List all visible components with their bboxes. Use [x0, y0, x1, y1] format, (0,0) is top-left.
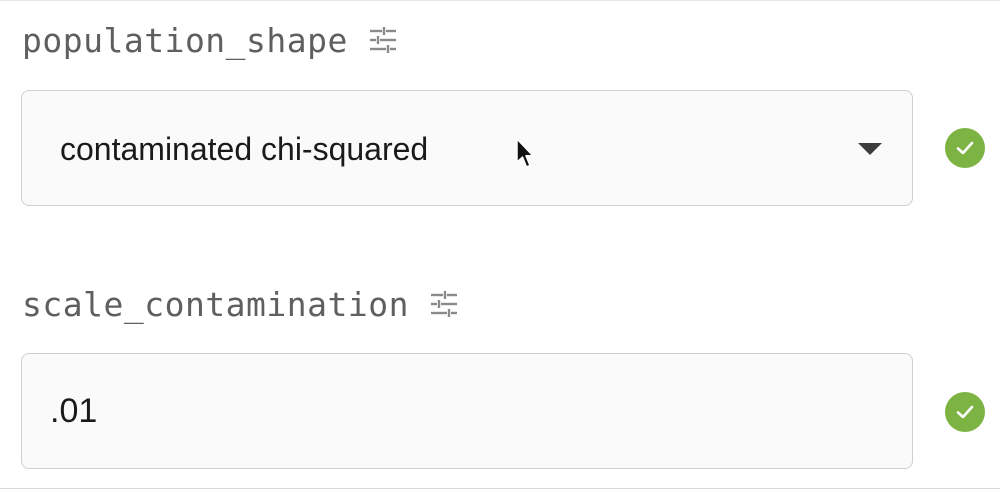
tune-sliders-icon[interactable] — [429, 289, 459, 319]
scale-contamination-label: scale_contamination — [22, 284, 409, 324]
population-shape-selected-value: contaminated chi-squared — [60, 131, 429, 167]
check-circle-icon — [945, 128, 985, 168]
mouse-pointer-icon — [516, 138, 534, 168]
scale-contamination-label-row: scale_contamination — [22, 282, 459, 326]
top-divider — [0, 0, 1000, 1]
bottom-divider — [0, 488, 1000, 492]
caret-down-icon[interactable] — [858, 143, 882, 155]
tune-sliders-icon[interactable] — [368, 25, 398, 55]
scale-contamination-field[interactable] — [21, 353, 913, 469]
population-shape-label: population_shape — [22, 20, 348, 60]
checkmark-icon — [956, 141, 974, 155]
checkmark-icon — [956, 405, 974, 419]
population-shape-label-row: population_shape — [22, 18, 398, 62]
population-shape-select[interactable]: contaminated chi-squared — [21, 90, 913, 206]
check-circle-icon — [945, 392, 985, 432]
scale-contamination-input[interactable] — [22, 354, 912, 468]
